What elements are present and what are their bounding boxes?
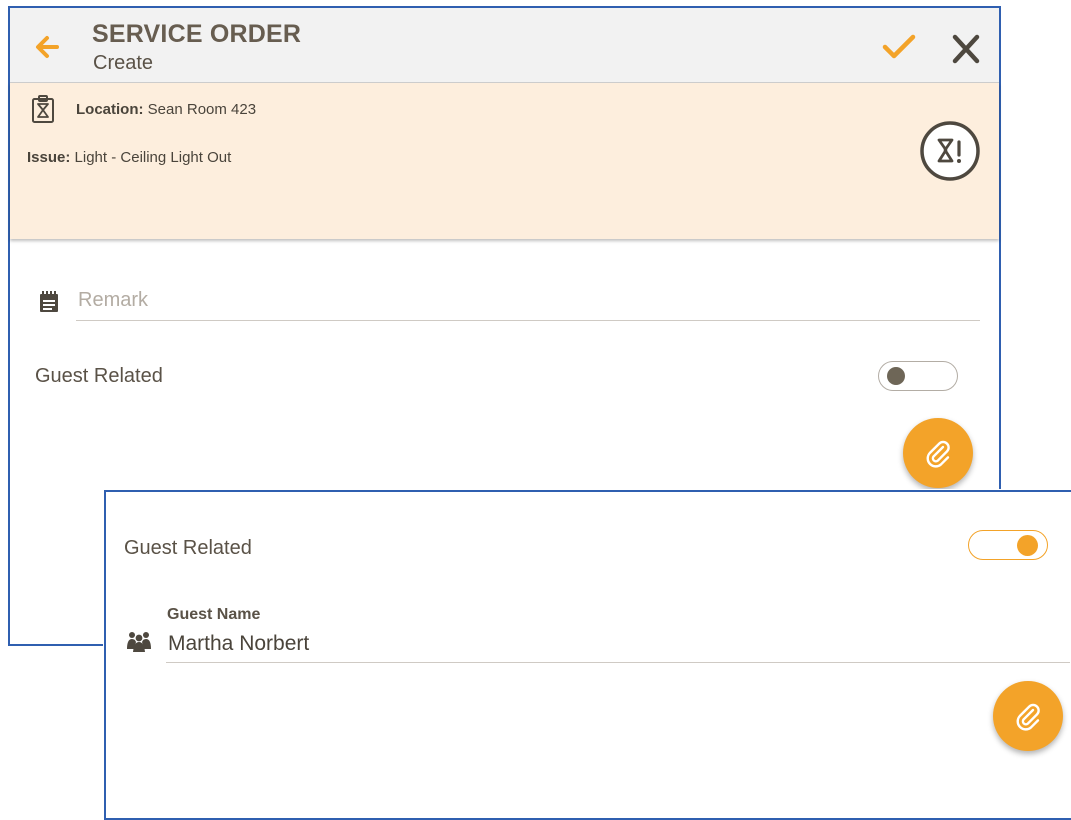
attach-button[interactable] <box>903 418 973 488</box>
hourglass-clipboard-icon <box>30 94 56 124</box>
location-label: Location: <box>76 101 144 118</box>
close-icon <box>952 34 980 64</box>
issue-badge-button[interactable] <box>919 120 981 182</box>
issue-label: Issue: <box>27 149 71 166</box>
guest-name-label: Guest Name <box>167 606 261 623</box>
attach-button[interactable] <box>993 681 1063 751</box>
guest-related-toggle[interactable] <box>968 530 1048 560</box>
guest-related-label: Guest Related <box>124 537 252 559</box>
paperclip-icon <box>1016 703 1040 731</box>
location-line: Location: Sean Room 423 <box>76 101 256 118</box>
arrow-left-icon <box>36 36 59 58</box>
page-subtitle: Create <box>93 52 154 74</box>
toggle-knob <box>887 367 905 385</box>
issue-value: Light - Ceiling Light Out <box>74 149 232 166</box>
guest-related-expanded-panel: Guest Related Guest Name <box>104 490 1071 820</box>
back-button[interactable] <box>32 32 62 62</box>
remark-input[interactable] <box>76 280 980 321</box>
close-button[interactable] <box>950 34 982 64</box>
hourglass-alert-icon <box>920 121 980 181</box>
header-bar: SERVICE ORDER Create <box>10 8 999 83</box>
location-value: Sean Room 423 <box>147 101 257 118</box>
toggle-knob <box>1017 535 1038 556</box>
notepad-icon <box>39 291 59 313</box>
people-group-icon <box>126 630 152 652</box>
guest-name-input[interactable] <box>166 626 1070 663</box>
save-button[interactable] <box>880 32 918 62</box>
checkmark-icon <box>882 34 916 59</box>
page-title: SERVICE ORDER <box>92 20 302 48</box>
guest-related-label: Guest Related <box>35 365 163 387</box>
order-info-banner: Location: Sean Room 423 Issue: Light - C… <box>10 83 999 239</box>
guest-related-toggle[interactable] <box>878 361 958 391</box>
issue-line: Issue: Light - Ceiling Light Out <box>27 149 231 166</box>
paperclip-icon <box>926 440 950 468</box>
